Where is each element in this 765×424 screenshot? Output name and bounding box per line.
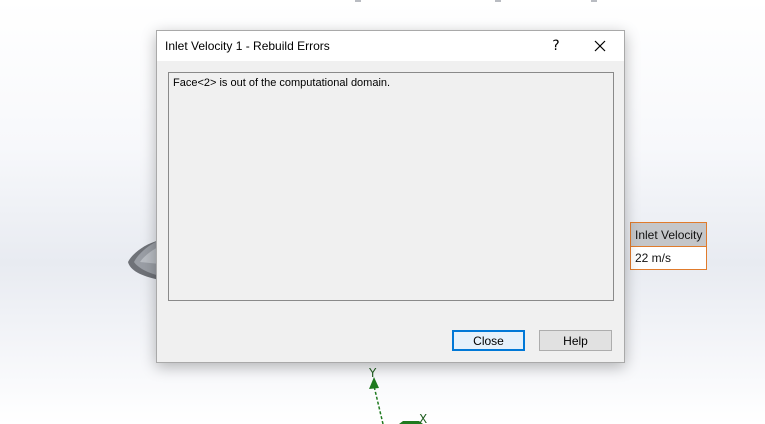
coordinate-triad: Y X: [355, 364, 445, 424]
dialog-title: Inlet Velocity 1 - Rebuild Errors: [165, 39, 330, 53]
help-button[interactable]: Help: [539, 330, 612, 351]
toolbar-remnant: [355, 0, 625, 3]
help-question-button[interactable]: ?: [534, 31, 578, 61]
dialog-titlebar[interactable]: Inlet Velocity 1 - Rebuild Errors ?: [157, 31, 624, 61]
graphics-viewport[interactable]: Y X Inlet Velocity 22 m/s Inlet Velocity…: [0, 0, 765, 424]
dialog-close-button[interactable]: [578, 31, 622, 61]
x-axis-label: X: [419, 412, 428, 424]
rebuild-errors-dialog: Inlet Velocity 1 - Rebuild Errors ? Face…: [156, 30, 625, 363]
inlet-velocity-callout[interactable]: Inlet Velocity 22 m/s: [630, 222, 707, 270]
error-message-text: Face<2> is out of the computational doma…: [173, 77, 391, 89]
y-axis-label: Y: [369, 366, 377, 380]
close-icon: [594, 40, 606, 52]
callout-title: Inlet Velocity: [631, 223, 706, 247]
error-message-box[interactable]: Face<2> is out of the computational doma…: [168, 72, 614, 301]
callout-value: 22 m/s: [631, 247, 706, 269]
close-button[interactable]: Close: [452, 330, 525, 351]
